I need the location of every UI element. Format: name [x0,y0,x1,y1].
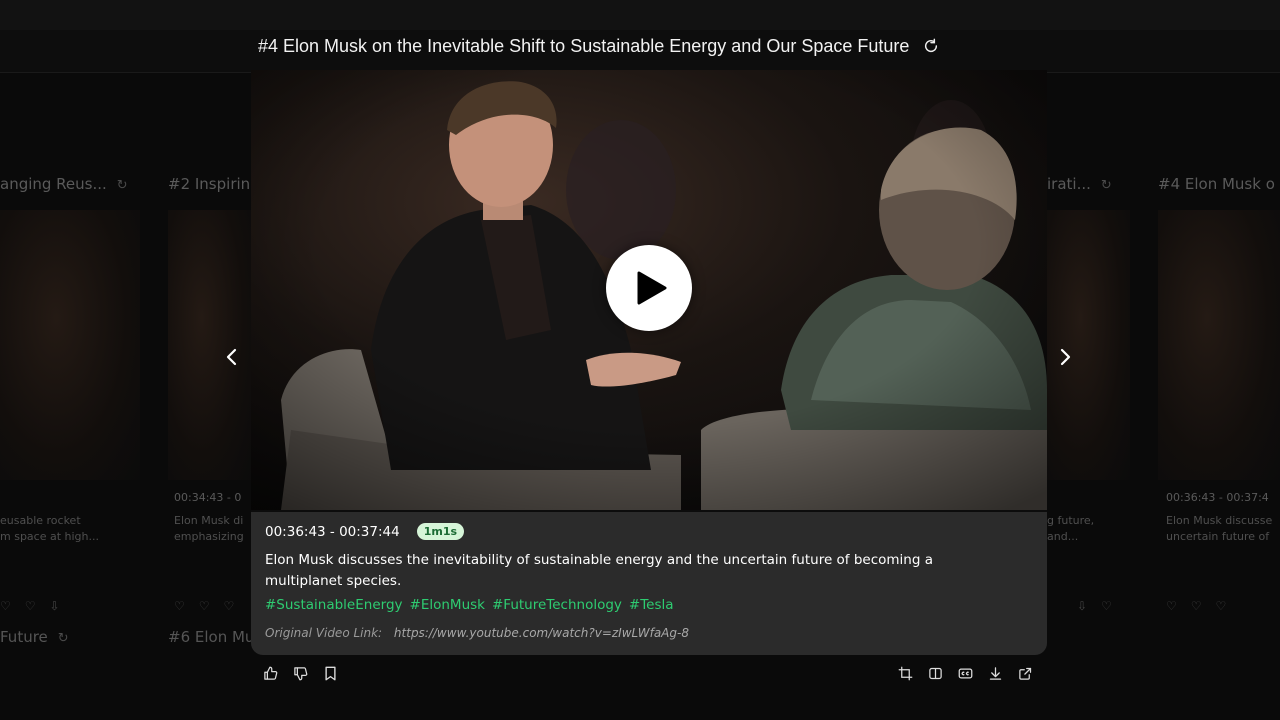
background-card-thumbnail [1158,210,1280,480]
background-card-description: Elon Musk di emphasizing [174,514,244,543]
main-title: #4 Elon Musk on the Inevitable Shift to … [258,35,910,56]
background-card-title: #2 Inspirin [168,175,251,193]
background-card-time: 00:34:43 - 0 [174,491,242,504]
background-card-title: irati... ↻ [1047,175,1112,193]
thumbs-down-icon[interactable] [292,664,308,682]
play-icon [637,271,667,305]
video-card: 00:36:43 - 00:37:44 1m1s Elon Musk discu… [251,70,1047,655]
captions-icon[interactable] [957,664,973,682]
original-video-link-label: Original Video Link: [265,626,383,640]
background-card-description: eusable rocket m space at high... [0,514,99,543]
clip-description: Elon Musk discusses the inevitability of… [265,552,933,589]
clip-time-range: 00:36:43 - 00:37:44 [265,523,400,540]
background-card-title: anging Reus... ↻ [0,175,128,193]
crop-icon[interactable] [897,664,913,682]
refresh-icon: ↻ [57,631,69,646]
background-card-actions: ⇩♡ [1077,599,1126,613]
clip-info-panel: 00:36:43 - 00:37:44 1m1s Elon Musk discu… [251,512,1047,655]
play-button[interactable] [606,245,692,331]
thumbs-up-icon[interactable] [262,664,278,682]
background-row2-title-1[interactable]: Future ↻ [0,628,69,646]
background-card-description: Elon Musk discusse uncertain future of [1166,514,1273,543]
refresh-icon[interactable] [921,36,941,56]
duration-badge: 1m1s [416,523,465,540]
prev-button[interactable] [219,344,243,370]
refresh-icon: ↻ [116,178,128,193]
top-bar [0,0,1280,31]
background-card-actions: ♡♡♡ [174,599,249,613]
original-video-link[interactable]: https://www.youtube.com/watch?v=zIwLWfaA… [394,626,689,640]
hashtag[interactable]: #ElonMusk [410,597,485,613]
hashtag-list: #SustainableEnergy #ElonMusk #FutureTech… [265,597,674,613]
main-title-row: #4 Elon Musk on the Inevitable Shift to … [258,33,941,59]
feedback-actions [262,664,338,682]
original-video-link-row: Original Video Link: https://www.youtube… [265,626,689,640]
background-card-actions: ♡♡⇩ [0,599,74,613]
background-card-title: #4 Elon Musk o [1158,175,1275,193]
hashtag[interactable]: #FutureTechnology [492,597,622,613]
background-card-3[interactable]: irati... ↻ g future, and... ⇩♡ [1047,165,1130,635]
background-card-time: 00:36:43 - 00:37:4 [1166,491,1269,504]
background-card-actions: ♡♡♡ [1166,599,1241,613]
background-card-2[interactable]: #2 Inspirin 00:34:43 - 0 Elon Musk di emp… [168,165,252,635]
share-icon[interactable] [1017,664,1033,682]
background-row2-title-2[interactable]: #6 Elon Mu [168,628,254,646]
background-card-thumbnail [0,210,140,480]
background-card-description: g future, and... [1047,514,1095,543]
chevron-left-icon [226,348,237,366]
hashtag[interactable]: #SustainableEnergy [265,597,403,613]
bookmark-icon[interactable] [322,664,338,682]
download-icon[interactable] [987,664,1003,682]
split-view-icon[interactable] [927,664,943,682]
background-card-4[interactable]: #4 Elon Musk o 00:36:43 - 00:37:4 Elon M… [1158,165,1280,635]
clip-actions [897,664,1033,682]
background-card-1[interactable]: anging Reus... ↻ eusable rocket m space at… [0,165,140,635]
time-row: 00:36:43 - 00:37:44 1m1s [265,523,465,540]
chevron-right-icon [1060,348,1071,366]
next-button[interactable] [1054,344,1078,370]
refresh-icon: ↻ [1100,178,1112,193]
hashtag[interactable]: #Tesla [629,597,674,613]
